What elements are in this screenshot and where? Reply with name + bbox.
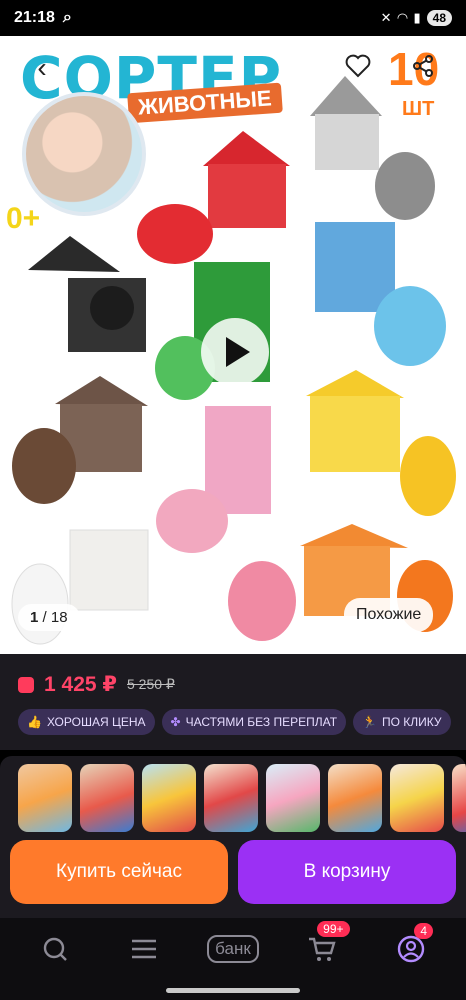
related-thumbnails (0, 756, 466, 834)
signal-icon: ▮ (413, 10, 421, 25)
home-search-icon (43, 937, 67, 961)
thumbnail[interactable] (18, 764, 72, 832)
thumbnail[interactable] (142, 764, 196, 832)
chip-one-click[interactable]: 🏃 ПО КЛИКУ (353, 709, 451, 735)
split-icon: ✤ (170, 715, 181, 729)
wallet-icon (18, 676, 34, 693)
home-indicator[interactable] (166, 988, 300, 993)
thumbs-up-icon: 👍 (27, 715, 42, 729)
current-price: 1 425 ₽ (44, 673, 117, 696)
search-icon: ⌕ (62, 9, 72, 26)
chip-good-price[interactable]: 👍 ХОРОШАЯ ЦЕНА (18, 709, 155, 735)
add-to-cart-button[interactable]: В корзину (238, 840, 456, 904)
nav-bank[interactable]: банк (207, 927, 259, 971)
heart-icon (345, 54, 371, 78)
price-section: 1 425 ₽ 5 250 ₽ 👍 ХОРОШАЯ ЦЕНА ✤ ЧАСТЯМИ Б… (0, 654, 466, 750)
thumbnail[interactable] (204, 764, 258, 832)
buy-now-button[interactable]: Купить сейчас (10, 840, 228, 904)
nav-search[interactable] (30, 927, 80, 971)
product-image-gallery[interactable]: СОРТЕР ЖИВОТНЫЕ 10 ШТ 0+ ‹ 1 / 18 Похожи… (0, 36, 466, 654)
favorite-button[interactable] (338, 46, 378, 86)
battery-indicator: 48 (426, 10, 452, 26)
nav-cart[interactable]: 99+ (297, 921, 350, 971)
thumbnail[interactable] (266, 764, 320, 832)
cart-badge: 99+ (317, 921, 350, 937)
back-button[interactable]: ‹ (22, 48, 62, 88)
chip-installments[interactable]: ✤ ЧАСТЯМИ БЕЗ ПЕРЕПЛАТ (161, 709, 347, 735)
chip-label: ЧАСТЯМИ БЕЗ ПЕРЕПЛАТ (185, 715, 338, 729)
wifi-icon: ◠ (397, 10, 408, 25)
thumbnail[interactable] (390, 764, 444, 832)
thumbnail[interactable] (80, 764, 134, 832)
share-button[interactable] (403, 46, 443, 86)
thumbnail[interactable] (452, 764, 466, 832)
cart-icon (309, 937, 336, 961)
promo-chips: 👍 ХОРОШАЯ ЦЕНА ✤ ЧАСТЯМИ БЕЗ ПЕРЕПЛАТ 🏃 ПО … (18, 709, 451, 735)
bank-label: банк (207, 935, 259, 963)
play-video-button[interactable] (201, 318, 269, 386)
pager-total: / 18 (42, 609, 68, 626)
pager-current: 1 (30, 609, 39, 626)
status-bar: 21:18 ⌕ ✕ ◠ ▮ 48 (0, 0, 466, 36)
menu-icon (131, 939, 156, 959)
mute-icon: ✕ (380, 10, 392, 25)
chip-label: ХОРОШАЯ ЦЕНА (46, 715, 146, 729)
old-price: 5 250 ₽ (127, 676, 175, 692)
nav-profile[interactable]: 4 (386, 923, 436, 971)
action-bar: Купить сейчас В корзину (0, 834, 466, 918)
profile-badge: 4 (414, 923, 434, 939)
nav-catalog[interactable] (119, 927, 169, 971)
share-icon (413, 55, 433, 77)
play-icon (226, 337, 250, 367)
chip-label: ПО КЛИКУ (381, 715, 442, 729)
run-icon: 🏃 (362, 715, 377, 729)
image-pager: 1 / 18 (18, 604, 80, 631)
similar-button[interactable]: Похожие (344, 598, 434, 632)
back-arrow-icon: ‹ (37, 52, 47, 83)
thumbnail[interactable] (328, 764, 382, 832)
status-time: 21:18 (14, 9, 55, 26)
